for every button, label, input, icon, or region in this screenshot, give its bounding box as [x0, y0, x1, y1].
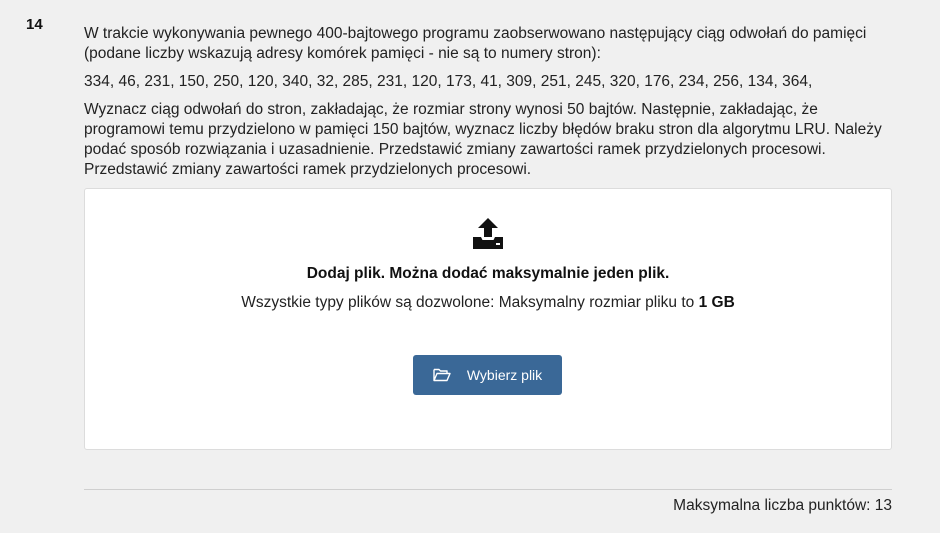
choose-file-label: Wybierz plik [466, 367, 543, 383]
question-text: W trakcie wykonywania pewnego 400-bajtow… [84, 24, 892, 180]
divider [84, 489, 892, 490]
upload-title: Dodaj plik. Można dodać maksymalnie jede… [306, 265, 670, 282]
upload-info: Wszystkie typy plików są dozwolone: Maks… [85, 294, 891, 312]
upload-icon [473, 218, 503, 249]
question-intro: W trakcie wykonywania pewnego 400-bajtow… [84, 25, 867, 62]
file-upload-dropzone[interactable]: Dodaj plik. Można dodać maksymalnie jede… [84, 188, 892, 450]
question-task: Wyznacz ciąg odwołań do stron, zakładają… [84, 101, 882, 178]
max-points: Maksymalna liczba punktów: 13 [673, 497, 892, 514]
folder-open-icon [433, 368, 451, 382]
choose-file-button[interactable]: Wybierz plik [413, 355, 562, 395]
max-file-size: 1 GB [698, 294, 735, 311]
upload-info-text: Wszystkie typy plików są dozwolone: Maks… [241, 294, 699, 311]
question-number: 14 [26, 16, 43, 33]
address-sequence: 334, 46, 231, 150, 250, 120, 340, 32, 28… [84, 73, 813, 90]
